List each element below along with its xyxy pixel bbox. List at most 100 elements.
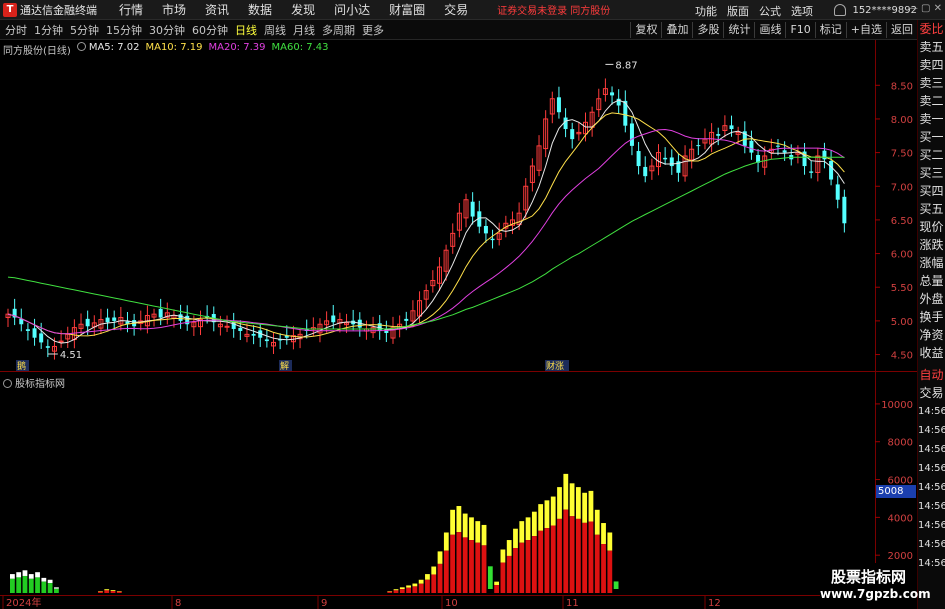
candle-body — [570, 129, 575, 140]
indicator-tick-label: 8000 — [888, 438, 913, 449]
price-tick-label: 8.50 — [891, 81, 913, 92]
panel-item[interactable]: 换手 — [918, 308, 945, 326]
indicator-bar — [607, 532, 613, 551]
price-tick-label: 6.00 — [891, 250, 913, 261]
candle-body — [835, 184, 840, 200]
indicator-bar — [513, 547, 518, 593]
auto-label[interactable]: 自动 — [918, 366, 945, 384]
indicator-bar — [575, 518, 581, 593]
candle-body — [822, 150, 827, 160]
stock-label[interactable]: 同方股份(日线) — [3, 42, 71, 57]
panel-item[interactable]: 委比 — [918, 20, 945, 38]
trade-time: 14:56 — [918, 539, 945, 550]
indicator-bar — [538, 504, 544, 531]
candle-body — [404, 318, 409, 321]
indicator-bar — [594, 509, 600, 535]
panel-item[interactable]: 收益 — [918, 344, 945, 362]
indicator-bar — [393, 590, 399, 593]
trade-time: 14:56 — [918, 482, 945, 493]
main-chart-header: 同方股份(日线) MA5: 7.02 MA10: 7.19 MA20: 7.39… — [3, 42, 335, 57]
candle-body — [85, 318, 90, 327]
panel-item[interactable]: 买五 — [918, 200, 945, 218]
candle-body — [32, 328, 37, 338]
current-value-badge: 5008 — [876, 485, 916, 498]
indicator-bar — [475, 542, 481, 593]
indicator-bar — [387, 591, 393, 593]
indicator-bar — [406, 587, 411, 593]
price-tick-label: 8.00 — [891, 115, 913, 126]
trade-time: 14:56 — [918, 463, 945, 474]
panel-item[interactable]: 卖四 — [918, 56, 945, 74]
indicator-bar — [569, 483, 575, 517]
price-tick-label: 6.50 — [891, 216, 913, 227]
indicator-bar — [557, 487, 562, 519]
panel-item[interactable]: 外盘 — [918, 290, 945, 308]
candle-body — [696, 145, 701, 147]
indicator-bar — [22, 575, 28, 593]
indicator-bar — [588, 521, 594, 593]
stock-chart[interactable]: 8.50 8.00 7.50 7.00 6.50 6.00 5.50 5.00 4.50 8.87… — [0, 0, 917, 609]
indicator-bar — [28, 578, 34, 593]
indicator-bar — [399, 589, 405, 593]
indicator-tick-label: 2000 — [888, 551, 913, 562]
indicator-bar — [462, 537, 468, 593]
panel-item[interactable]: 买二 — [918, 146, 945, 164]
candle-body — [331, 315, 336, 323]
indicator-bar — [601, 523, 606, 545]
panel-item[interactable]: 卖三 — [918, 74, 945, 92]
candle-body — [749, 140, 754, 153]
indicator-bar — [22, 570, 28, 576]
candle-body — [729, 125, 734, 130]
indicator-bar — [494, 581, 500, 586]
indicator-label[interactable]: 股标指标网 — [15, 379, 65, 390]
indicator-bar — [431, 574, 437, 593]
indicator-bar — [98, 591, 103, 592]
panel-item[interactable]: 买一 — [918, 128, 945, 146]
candle-body — [643, 166, 648, 177]
indicator-header: 股标指标网 — [3, 375, 65, 390]
indicator-bar — [519, 521, 525, 543]
indicator-bar — [399, 587, 405, 590]
indicator-bar — [10, 578, 15, 593]
price-tick-label: 7.50 — [891, 149, 913, 160]
candle-body — [251, 333, 256, 336]
panel-item[interactable]: 总量 — [918, 272, 945, 290]
indicator-bar — [563, 509, 569, 593]
candle-body — [25, 329, 30, 331]
panel-item[interactable]: 卖一 — [918, 110, 945, 128]
indicator-bar — [582, 492, 588, 523]
indicator-bar — [35, 577, 40, 593]
indicator-bar — [525, 540, 531, 593]
candle-body — [842, 196, 847, 224]
trade-label[interactable]: 交易 — [918, 384, 945, 402]
trade-time: 14:56 — [918, 501, 945, 512]
indicator-bar — [607, 550, 613, 593]
settings-circle-icon[interactable] — [3, 379, 12, 388]
indicator-bar — [47, 583, 53, 593]
trade-time: 14:56 — [918, 444, 945, 455]
indicator-bar — [601, 544, 606, 593]
indicator-bar — [563, 473, 569, 510]
indicator-bar — [481, 524, 487, 546]
candle-body — [224, 325, 230, 328]
panel-item[interactable]: 买三 — [918, 164, 945, 182]
candle-body — [264, 339, 269, 342]
panel-item[interactable]: 净资 — [918, 326, 945, 344]
indicator-bar — [431, 566, 437, 575]
panel-item[interactable]: 涨跌 — [918, 236, 945, 254]
ma60-label: MA60: 7.43 — [271, 42, 329, 53]
panel-item[interactable]: 卖二 — [918, 92, 945, 110]
candle-body — [829, 160, 834, 180]
settings-circle-icon[interactable] — [76, 42, 86, 51]
trade-time: 14:56 — [918, 425, 945, 436]
x-axis-label: 11 — [566, 598, 579, 609]
panel-item[interactable]: 卖五 — [918, 38, 945, 56]
panel-item[interactable]: 现价 — [918, 218, 945, 236]
x-axis-label: 9 — [321, 598, 327, 609]
candle-body — [178, 314, 183, 321]
candle-body — [663, 157, 668, 160]
panel-item[interactable]: 涨幅 — [918, 254, 945, 272]
panel-item[interactable]: 买四 — [918, 182, 945, 200]
indicator-bar — [469, 540, 474, 593]
indicator-bar — [494, 585, 500, 593]
